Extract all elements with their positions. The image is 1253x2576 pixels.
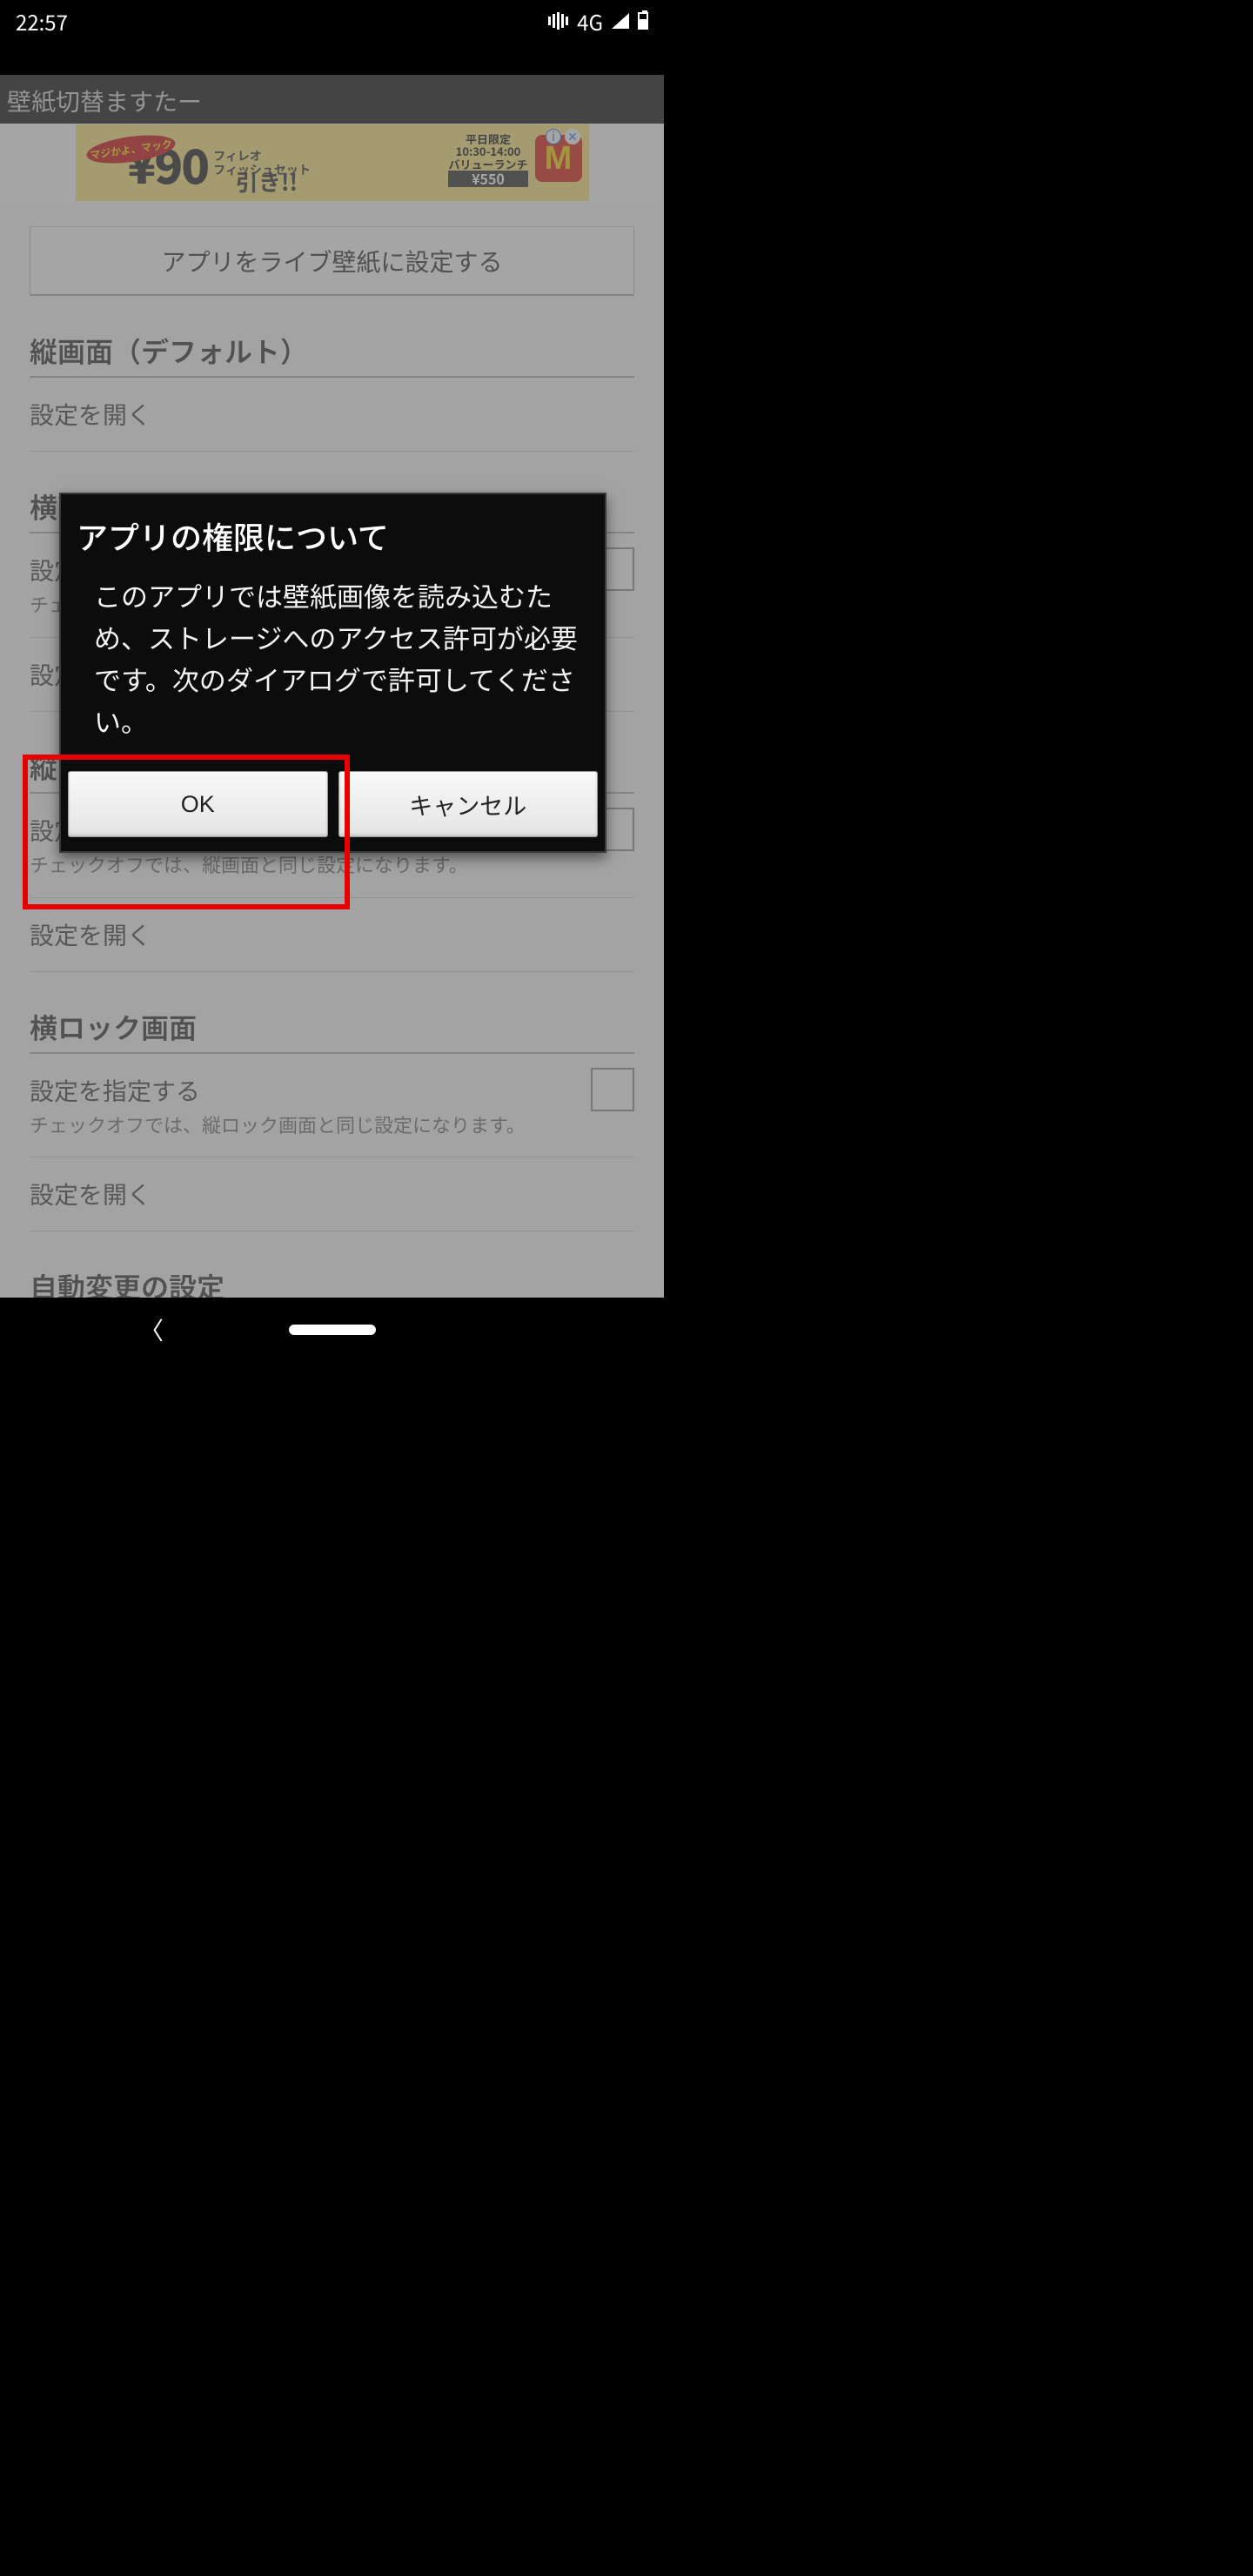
navigation-bar: 〈 — [0, 1298, 664, 1362]
ok-button[interactable]: OK — [68, 771, 328, 837]
status-right: 4G — [548, 6, 648, 37]
permission-dialog: アプリの権限について このアプリでは壁紙画像を読み込むため、ストレージへのアクセ… — [59, 493, 606, 853]
status-bar: 22:57 4G — [0, 0, 664, 42]
back-icon[interactable]: 〈 — [139, 1312, 164, 1347]
battery-icon — [638, 12, 648, 30]
home-pill[interactable] — [289, 1325, 376, 1335]
network-label: 4G — [577, 6, 603, 37]
dialog-button-row: OK キャンセル — [61, 766, 605, 851]
signal-icon — [612, 13, 629, 29]
dialog-body: このアプリでは壁紙画像を読み込むため、ストレージへのアクセス許可が必要です。次の… — [61, 574, 605, 766]
status-time: 22:57 — [16, 6, 68, 37]
dialog-title: アプリの権限について — [61, 494, 605, 574]
vibrate-icon — [548, 12, 568, 30]
phone-frame: 22:57 4G 壁紙切替ますたー マジかよ、マック ¥90 フィレオ フィッシ… — [0, 0, 664, 1362]
cancel-button[interactable]: キャンセル — [338, 771, 599, 837]
